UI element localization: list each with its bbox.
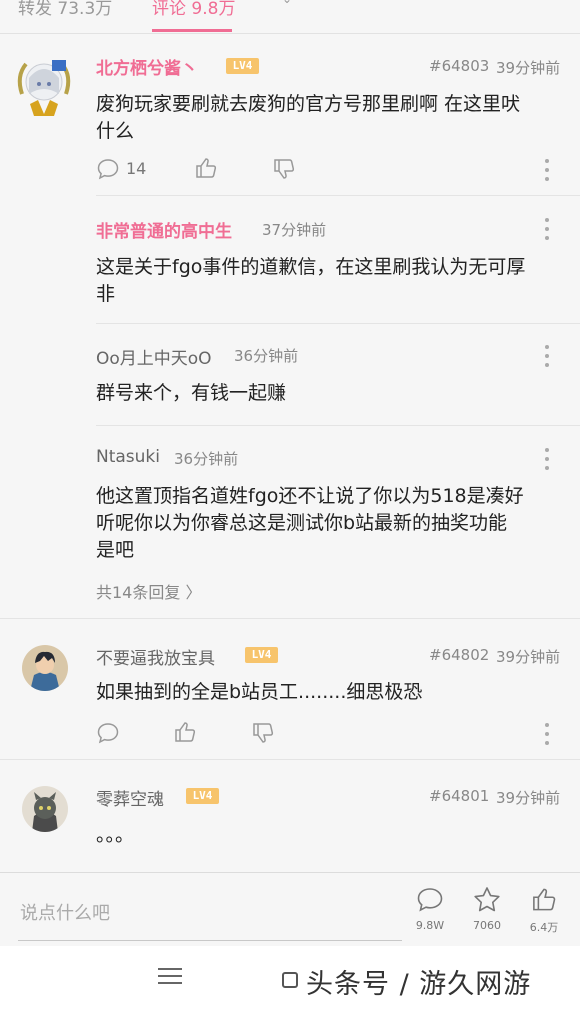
thumbs-down-icon[interactable] [272, 157, 296, 181]
comment-input-bar: 说点什么吧 9.8W 7060 6.4万 [0, 872, 580, 946]
reply-icon[interactable] [96, 157, 120, 181]
tab-comments[interactable]: 评论 9.8万 [152, 0, 235, 19]
reply-text-line: 群号来个，有钱一起赚 [96, 382, 287, 404]
system-navigation-bar: 头条号 / 游久网游 [0, 946, 580, 1016]
reply-text: 他这置顶指名道姓fgo还不让说了你以为518是凑好 听呢你以为你睿总这是测试你b… [96, 483, 524, 564]
more-options-icon[interactable] [543, 723, 551, 745]
reply-username[interactable]: 非常普通的高中生 [96, 217, 232, 242]
reply-count: 14 [126, 159, 147, 178]
reply-icon[interactable] [96, 721, 120, 745]
floor-number: #64803 [429, 57, 490, 75]
reply-time: 36分钟前 [234, 347, 299, 365]
reply-time: 36分钟前 [174, 450, 239, 468]
like-button[interactable]: 6.4万 [521, 886, 567, 935]
thumbs-up-icon[interactable] [173, 720, 197, 744]
username[interactable]: 北方栖兮酱丶 [96, 54, 198, 79]
floor-number: #64801 [429, 787, 490, 805]
username[interactable]: 零葬空魂 [96, 785, 164, 810]
comments-button[interactable]: 9.8W [407, 887, 453, 932]
username[interactable]: 不要逼我放宝具 [96, 644, 215, 669]
comment-time: 39分钟前 [496, 648, 561, 666]
comment-text: 如果抽到的全是b站员工........细思极恐 [96, 679, 422, 706]
comment-text: 废狗玩家要刷就去废狗的官方号那里刷啊 在这里吠 什么 [96, 91, 520, 145]
tab-active-indicator [152, 29, 232, 32]
reply-text: 群号来个，有钱一起赚 [96, 380, 286, 407]
reply-username[interactable]: Ntasuki [96, 447, 160, 467]
reply-username[interactable]: Oo月上中天oO [96, 344, 212, 369]
divider [0, 759, 580, 760]
comment-count: 9.8W [415, 919, 445, 932]
more-options-icon[interactable] [543, 345, 551, 367]
home-icon[interactable] [282, 972, 298, 988]
star-icon [474, 887, 500, 912]
watermark: 头条号 / 游久网游 [306, 969, 532, 1000]
menu-icon[interactable] [158, 968, 182, 989]
comment-tabs: 转发 73.3万 评论 9.8万 ⌄ [0, 0, 580, 34]
favorite-button[interactable]: 7060 [464, 886, 510, 932]
floor-number: #64802 [429, 646, 490, 664]
reply-text-line: 这是关于fgo事件的道歉信，在这里刷我认为无可厚 [96, 256, 526, 278]
reply-text-line: 他这置顶指名道姓fgo还不让说了你以为518是凑好 [96, 485, 524, 507]
more-options-icon[interactable] [543, 218, 551, 240]
level-badge: LV4 [245, 647, 278, 663]
like-count: 6.4万 [529, 921, 559, 934]
thumbs-up-icon [533, 888, 556, 911]
favorite-count: 7060 [473, 919, 501, 932]
comment-time: 39分钟前 [496, 789, 561, 807]
reply-text-line: 是吧 [96, 539, 135, 561]
tab-repost[interactable]: 转发 73.3万 [18, 0, 112, 19]
avatar[interactable] [12, 54, 76, 118]
comment-text-line: 废狗玩家要刷就去废狗的官方号那里刷啊 在这里吠 [96, 93, 521, 115]
thumbs-up-icon[interactable] [194, 156, 218, 180]
reply-text-line: 听呢你以为你睿总这是测试你b站最新的抽奖功能 [96, 512, 508, 534]
thumbs-down-icon[interactable] [251, 721, 275, 745]
comment-text-line: 如果抽到的全是b站员工........细思极恐 [96, 681, 423, 703]
chevron-down-icon[interactable]: ⌄ [282, 0, 292, 6]
reply-time: 37分钟前 [262, 221, 327, 239]
avatar[interactable] [22, 786, 68, 832]
input-underline [18, 940, 402, 941]
comment-time: 39分钟前 [496, 59, 561, 77]
more-options-icon[interactable] [543, 159, 551, 181]
comment-input[interactable]: 说点什么吧 [20, 899, 110, 925]
level-badge: LV4 [226, 58, 259, 74]
level-badge: LV4 [186, 788, 219, 804]
reply-text: 这是关于fgo事件的道歉信，在这里刷我认为无可厚 非 [96, 254, 525, 308]
comment-text-line: 。。。 [96, 824, 135, 846]
divider [96, 425, 580, 426]
comment-text-line: 什么 [96, 120, 135, 142]
more-options-icon[interactable] [543, 448, 551, 470]
reply-text-line: 非 [96, 283, 116, 305]
divider [96, 323, 580, 324]
divider [0, 618, 580, 619]
comment-bubble-icon [417, 888, 443, 912]
view-more-replies-link[interactable]: 共14条回复 〉 [96, 579, 201, 603]
divider [96, 195, 580, 196]
comment-text: 。。。 [96, 822, 134, 849]
avatar[interactable] [22, 645, 68, 691]
